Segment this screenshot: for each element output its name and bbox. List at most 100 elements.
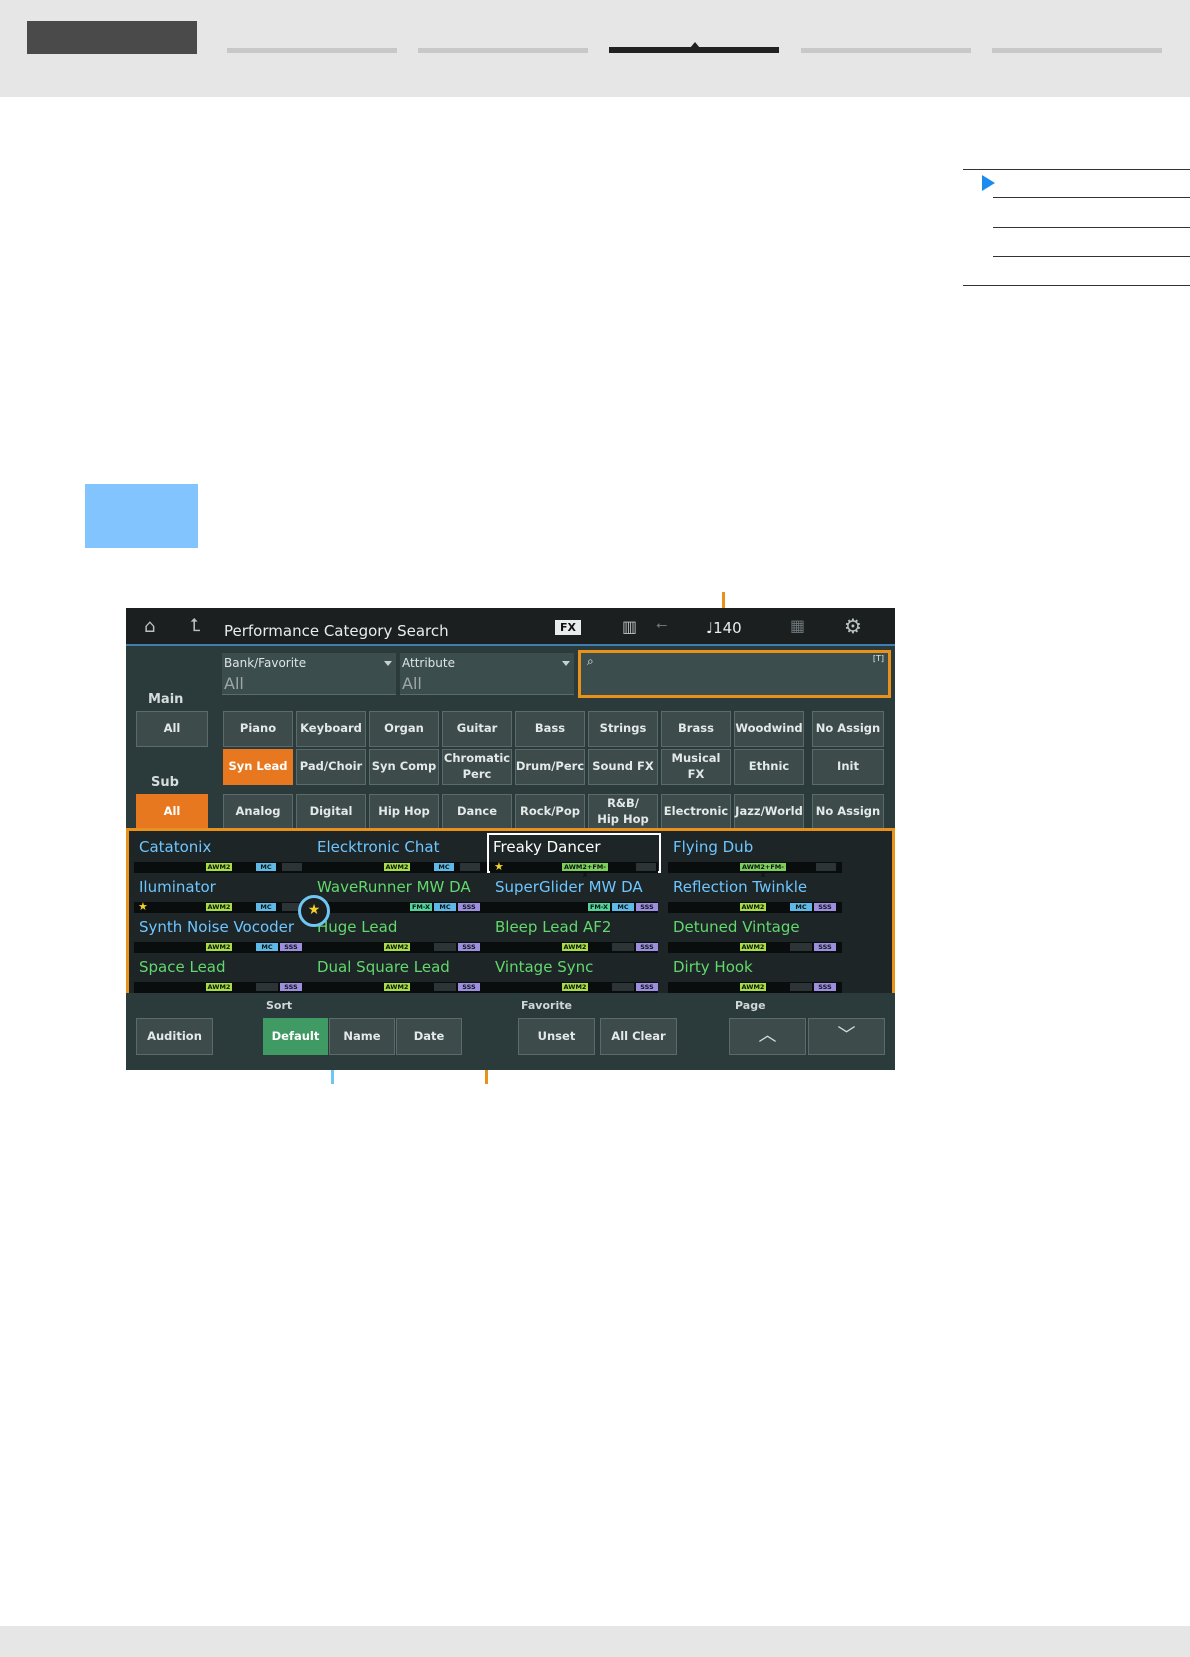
instrument-screen: ⌂ ⮤ Performance Category Search FX ▥ ⭠ ♩… bbox=[126, 608, 895, 1070]
result-name: Detuned Vintage bbox=[673, 918, 800, 936]
awm2-tag: AWM2 bbox=[384, 983, 410, 991]
text-input-tag: [T] bbox=[872, 654, 884, 663]
empty-tag-slot bbox=[612, 943, 634, 951]
empty-tag-slot bbox=[434, 943, 456, 951]
result-item-detuned-vintage[interactable]: Detuned Vintage AWM2 SSS bbox=[665, 913, 845, 953]
quick-access-grid-icon[interactable]: ▦ bbox=[790, 616, 805, 635]
tempo-display[interactable]: ♩140 bbox=[706, 619, 742, 637]
result-item-waverunner-mw-da[interactable]: WaveRunner MW DA FM-X MC SSS bbox=[309, 873, 493, 913]
result-item-bleep-lead-af2[interactable]: Bleep Lead AF2 AWM2 SSS bbox=[487, 913, 661, 953]
sub-category-analog[interactable]: Analog bbox=[223, 794, 293, 830]
result-item-catatonix[interactable]: Catatonix AWM2 MC bbox=[131, 833, 315, 873]
result-tag-bar: AWM2 MC SSS bbox=[134, 942, 312, 953]
sub-no-assign-button[interactable]: No Assign bbox=[812, 794, 884, 830]
performance-results-list: Catatonix AWM2 MC Elecktronic Chat AWM2 MC… bbox=[126, 828, 895, 996]
chapter-tab-1[interactable] bbox=[227, 48, 397, 53]
chapter-tab-2[interactable] bbox=[418, 48, 588, 53]
toc-item-3[interactable] bbox=[993, 256, 1190, 257]
audition-button[interactable]: Audition bbox=[136, 1018, 213, 1055]
attribute-label: Attribute bbox=[402, 656, 455, 670]
attribute-field[interactable]: Attribute All bbox=[400, 653, 574, 695]
chapter-tab-5[interactable] bbox=[992, 48, 1162, 53]
favorite-label: Favorite bbox=[521, 999, 572, 1012]
main-category-sound-fx[interactable]: Sound FX bbox=[588, 749, 658, 785]
sub-category-rock-pop[interactable]: Rock/Pop bbox=[515, 794, 585, 830]
page-down-button[interactable]: ﹀ bbox=[808, 1018, 885, 1055]
init-button[interactable]: Init bbox=[812, 749, 884, 785]
awm2-tag: AWM2 bbox=[206, 863, 232, 871]
main-category-syn-comp[interactable]: Syn Comp bbox=[369, 749, 439, 785]
result-name: Space Lead bbox=[139, 958, 226, 976]
search-icon: ⌕ bbox=[587, 654, 594, 668]
sub-category-jazz-world[interactable]: Jazz/World bbox=[734, 794, 804, 830]
main-category-drum-perc[interactable]: Drum/Perc bbox=[515, 749, 585, 785]
page-label: Page bbox=[735, 999, 766, 1012]
result-name: Bleep Lead AF2 bbox=[495, 918, 612, 936]
settings-gear-icon[interactable]: ⚙ bbox=[844, 614, 862, 638]
main-category-keyboard[interactable]: Keyboard bbox=[296, 711, 366, 747]
sub-category-hip-hop[interactable]: Hip Hop bbox=[369, 794, 439, 830]
result-item-huge-lead[interactable]: Huge Lead AWM2 SSS bbox=[309, 913, 493, 953]
motion-control-tag: MC bbox=[256, 903, 276, 911]
toc-item-1[interactable] bbox=[993, 197, 1190, 198]
result-item-dirty-hook[interactable]: Dirty Hook AWM2 SSS bbox=[665, 953, 845, 993]
home-icon[interactable]: ⌂ bbox=[144, 616, 155, 637]
sss-tag: SSS bbox=[280, 983, 302, 991]
main-category-syn-lead[interactable]: Syn Lead bbox=[223, 749, 293, 785]
sub-all-button[interactable]: All bbox=[136, 794, 208, 830]
bank-favorite-field[interactable]: Bank/Favorite All bbox=[222, 653, 396, 695]
result-item-vintage-sync[interactable]: Vintage Sync AWM2 SSS bbox=[487, 953, 661, 993]
result-name: Synth Noise Vocoder bbox=[139, 918, 295, 936]
main-category-bass[interactable]: Bass bbox=[515, 711, 585, 747]
result-item-iluminator[interactable]: Iluminator ★ AWM2 MC bbox=[131, 873, 315, 913]
empty-tag-slot bbox=[256, 983, 278, 991]
main-category-musical-fx[interactable]: Musical FX bbox=[661, 749, 731, 785]
result-tag-bar: AWM2 SSS bbox=[134, 982, 312, 993]
page-footer-band bbox=[0, 1626, 1190, 1657]
fx-badge[interactable]: FX bbox=[555, 620, 581, 635]
empty-tag-slot bbox=[282, 863, 302, 871]
awm2-tag: AWM2 bbox=[206, 943, 232, 951]
motion-control-tag: MC bbox=[790, 903, 812, 911]
result-name: Huge Lead bbox=[317, 918, 398, 936]
sub-category-digital[interactable]: Digital bbox=[296, 794, 366, 830]
main-category-woodwind[interactable]: Woodwind bbox=[734, 711, 804, 747]
search-field[interactable]: ⌕ [T] bbox=[578, 650, 891, 698]
result-item-reflection-twinkle[interactable]: Reflection Twinkle AWM2 MC SSS bbox=[665, 873, 845, 913]
main-category-ethnic[interactable]: Ethnic bbox=[734, 749, 804, 785]
result-item-flying-dub[interactable]: Flying Dub AWM2+FM-X bbox=[665, 833, 845, 879]
main-all-button[interactable]: All bbox=[136, 711, 208, 747]
motion-control-tag: MC bbox=[256, 943, 278, 951]
result-item-synth-noise-vocoder[interactable]: Synth Noise Vocoder AWM2 MC SSS bbox=[131, 913, 315, 953]
result-item-dual-square-lead[interactable]: Dual Square Lead AWM2 SSS bbox=[309, 953, 493, 993]
main-category-chromatic-perc[interactable]: Chromatic Perc bbox=[442, 749, 512, 785]
favorite-star-icon: ★ bbox=[138, 900, 148, 913]
favorite-unset-button[interactable]: Unset bbox=[518, 1018, 595, 1055]
awm2-fmx-tag: AWM2+FM-X bbox=[562, 863, 608, 879]
main-category-brass[interactable]: Brass bbox=[661, 711, 731, 747]
sub-category-electronic[interactable]: Electronic bbox=[661, 794, 731, 830]
main-category-strings[interactable]: Strings bbox=[588, 711, 658, 747]
sort-name-button[interactable]: Name bbox=[329, 1018, 395, 1055]
back-icon[interactable]: ⮤ bbox=[190, 615, 201, 636]
main-no-assign-button[interactable]: No Assign bbox=[812, 711, 884, 747]
page-up-button[interactable]: ︿ bbox=[729, 1018, 806, 1055]
toc-current-arrow-icon bbox=[982, 175, 995, 191]
result-item-superglider-mw-da[interactable]: SuperGlider MW DA FM-X MC SSS bbox=[487, 873, 661, 913]
result-item-space-lead[interactable]: Space Lead AWM2 SSS bbox=[131, 953, 315, 993]
result-item-freaky-dancer-selected[interactable]: Freaky Dancer ★ AWM2+FM-X bbox=[487, 833, 661, 879]
chapter-tab-4[interactable] bbox=[801, 48, 971, 53]
main-category-pad-choir[interactable]: Pad/Choir bbox=[296, 749, 366, 785]
sort-date-button[interactable]: Date bbox=[396, 1018, 462, 1055]
main-category-guitar[interactable]: Guitar bbox=[442, 711, 512, 747]
result-tag-bar: AWM2 MC bbox=[312, 862, 490, 873]
toc-item-2[interactable] bbox=[993, 227, 1190, 228]
sub-category-dance[interactable]: Dance bbox=[442, 794, 512, 830]
main-category-piano[interactable]: Piano bbox=[223, 711, 293, 747]
result-item-elecktronic-chat[interactable]: Elecktronic Chat AWM2 MC bbox=[309, 833, 493, 873]
sort-default-button[interactable]: Default bbox=[263, 1018, 328, 1055]
keyboard-icon: ▥ bbox=[622, 617, 638, 636]
sub-category-rnb-hip-hop[interactable]: R&B/ Hip Hop bbox=[588, 794, 658, 830]
favorite-all-clear-button[interactable]: All Clear bbox=[600, 1018, 677, 1055]
main-category-organ[interactable]: Organ bbox=[369, 711, 439, 747]
